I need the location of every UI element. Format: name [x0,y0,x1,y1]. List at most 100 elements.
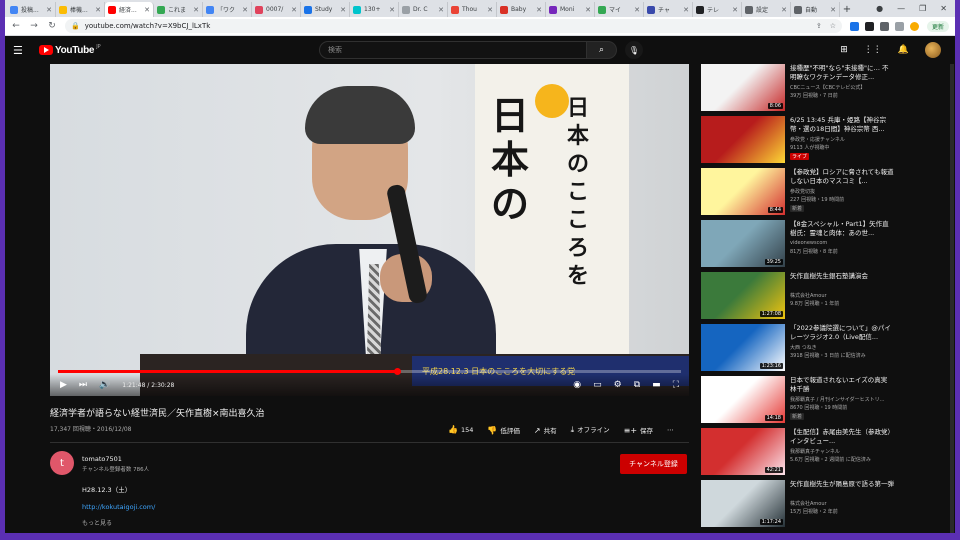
lock-icon[interactable]: 🔒 [71,22,80,30]
recommended-video[interactable]: 14:18 日本で報道されないエイズの真実 林千勝 我那覇真子 / 月刊インサイダー… [701,376,896,426]
profile-avatar-icon[interactable] [909,21,919,31]
puzzle-icon[interactable] [894,21,904,31]
video-thumbnail[interactable]: 14:18 [701,376,785,423]
browser-tab[interactable]: 棒機... ✕ [56,2,105,17]
channel-avatar[interactable]: t [50,451,74,475]
address-bar[interactable]: 🔒 youtube.com/watch?v=X9bCJ_lLxTk ⇪ ☆ [65,19,842,33]
create-video-icon[interactable]: ⊞ [840,45,848,55]
video-thumbnail[interactable]: 8:44 [701,168,785,215]
share-page-icon[interactable]: ⇪ [816,22,822,30]
autoplay-toggle-icon[interactable]: ◉ [573,380,581,390]
browser-tab[interactable]: マイ ✕ [595,2,644,17]
tab-close-icon[interactable]: ✕ [46,6,52,14]
back-button[interactable]: ← [11,21,21,31]
video-player[interactable]: 日本の 日本のこころを 平成28.12.3 日本のこころを大切にする党 ▶ ⏭ … [50,64,689,396]
offline-button[interactable]: ⤓ オフライン [571,424,610,435]
minimize-button[interactable]: — [897,4,905,13]
video-thumbnail[interactable]: 1:23:16 [701,324,785,371]
video-thumbnail[interactable]: 39:25 [701,220,785,267]
subscribe-button[interactable]: チャンネル登録 [620,454,687,474]
tab-close-icon[interactable]: ✕ [683,6,689,14]
settings-gear-icon[interactable]: ⚙ [614,380,622,390]
page-scrollbar[interactable] [950,64,954,533]
recommended-video[interactable]: 42:21 【生配信】赤尾由美先生（参政党）インタビュー... 我那覇真子チャンネル… [701,428,896,478]
theater-mode-icon[interactable]: ▬ [652,380,661,390]
video-thumbnail[interactable]: 1:27:08 [701,272,785,319]
video-thumbnail[interactable]: 8:06 [701,64,785,111]
tab-close-icon[interactable]: ✕ [144,6,150,14]
browser-tab[interactable]: Moni ✕ [546,2,595,17]
browser-tab[interactable]: Study ✕ [301,2,350,17]
browser-tab[interactable]: Thou ✕ [448,2,497,17]
account-avatar[interactable] [925,42,941,58]
voice-search-button[interactable]: 🎙 [625,41,643,59]
browser-tab[interactable]: 設定 ✕ [742,2,791,17]
recommended-video[interactable]: 6/25 13:45 兵庫・姫路【神谷宗幣・選の18日間】神谷宗幣 西... 参政… [701,116,896,166]
tab-close-icon[interactable]: ✕ [634,6,640,14]
youtube-logo[interactable]: YouTube JP [39,44,101,56]
video-thumbnail[interactable]: 1:17:24 [701,480,785,527]
tab-close-icon[interactable]: ✕ [438,6,444,14]
tab-close-icon[interactable]: ✕ [585,6,591,14]
tab-close-icon[interactable]: ✕ [242,6,248,14]
browser-tab[interactable]: 「ワク ✕ [203,2,252,17]
new-tab-button[interactable]: + [840,2,854,17]
browser-tab[interactable]: 投稿... ✕ [7,2,56,17]
more-actions-icon[interactable]: ⋯ [667,426,674,434]
search-button[interactable]: ⌕ [587,41,617,59]
recommended-video[interactable]: 8:44 【参政党】ロシアに脅されても報道しない日本のマスコミ【... 参政党切抜 2… [701,168,896,218]
tab-close-icon[interactable]: ✕ [95,6,101,14]
video-thumbnail[interactable]: 42:21 [701,428,785,475]
subtitles-icon[interactable]: ▭ [593,380,602,390]
tab-close-icon[interactable]: ✕ [291,6,297,14]
extension-icon[interactable] [849,21,859,31]
video-thumbnail[interactable] [701,116,785,163]
play-icon[interactable]: ▶ [60,380,67,390]
channel-name[interactable]: tomato7501 [82,455,122,463]
tab-close-icon[interactable]: ✕ [732,6,738,14]
browser-tab[interactable]: Dr. C ✕ [399,2,448,17]
browser-tab[interactable]: チャ ✕ [644,2,693,17]
search-input[interactable]: 検索 [319,41,587,59]
volume-icon[interactable]: 🔊 [99,380,110,390]
browser-tab[interactable]: 経済... ✕ [105,2,154,17]
miniplayer-icon[interactable]: ⧉ [634,380,640,390]
show-more-button[interactable]: もっと見る [82,518,112,527]
dislike-button[interactable]: 👎 低評価 [487,425,519,435]
tab-close-icon[interactable]: ✕ [389,6,395,14]
notifications-bell-icon[interactable]: 🔔 [898,45,909,55]
browser-tab[interactable]: これま ✕ [154,2,203,17]
tab-close-icon[interactable]: ✕ [340,6,346,14]
apps-grid-icon[interactable]: ⋮⋮ [864,45,882,55]
reload-button[interactable]: ↻ [47,21,57,31]
like-button[interactable]: 👍 154 [448,425,473,434]
tab-close-icon[interactable]: ✕ [536,6,542,14]
forward-button[interactable]: → [29,21,39,31]
browser-tab[interactable]: 130+ ✕ [350,2,399,17]
extension-icon[interactable] [864,21,874,31]
browser-tab[interactable]: テレ ✕ [693,2,742,17]
recommended-video[interactable]: 39:25 【8金スペシャル・Part1】矢作直樹氏：霊魂と肉体：あの世... vi… [701,220,896,270]
save-button[interactable]: ≡+ 保存 [624,425,653,435]
progress-bar[interactable] [58,368,681,375]
browser-tab[interactable]: 0007/ ✕ [252,2,301,17]
recommended-video[interactable]: 1:17:24 矢作直樹先生が隕島原で語る第一弾 株式会社Amour 15万 回視聴・… [701,480,896,530]
profile-icon[interactable]: ● [876,4,883,13]
update-button[interactable]: 更新 [926,20,949,32]
recommended-video[interactable]: 1:23:16 「2022参議院選について」@パイレーツラジオ2.0（Live配信… [701,324,896,374]
bookmark-star-icon[interactable]: ☆ [830,22,836,30]
tab-close-icon[interactable]: ✕ [830,6,836,14]
next-icon[interactable]: ⏭ [79,380,87,390]
share-button[interactable]: ↗ 共有 [534,425,557,435]
extension-icon[interactable] [879,21,889,31]
recommended-video[interactable]: 1:27:08 矢作直樹先生銀石塾講演会 株式会社Amour 9.8万 回視聴・1 年… [701,272,896,322]
fullscreen-icon[interactable]: ⛶ [673,380,679,390]
restore-button[interactable]: ❐ [919,4,926,13]
tab-close-icon[interactable]: ✕ [781,6,787,14]
tab-close-icon[interactable]: ✕ [487,6,493,14]
browser-tab[interactable]: Baby ✕ [497,2,546,17]
browser-tab[interactable]: 自動 ✕ [791,2,840,17]
tab-close-icon[interactable]: ✕ [193,6,199,14]
recommended-video[interactable]: 8:06 接種歴"不明"なら"未接種"に… 不明瞭なワクチンデータ修正... CBC… [701,64,896,114]
menu-icon[interactable]: ☰ [13,44,31,57]
